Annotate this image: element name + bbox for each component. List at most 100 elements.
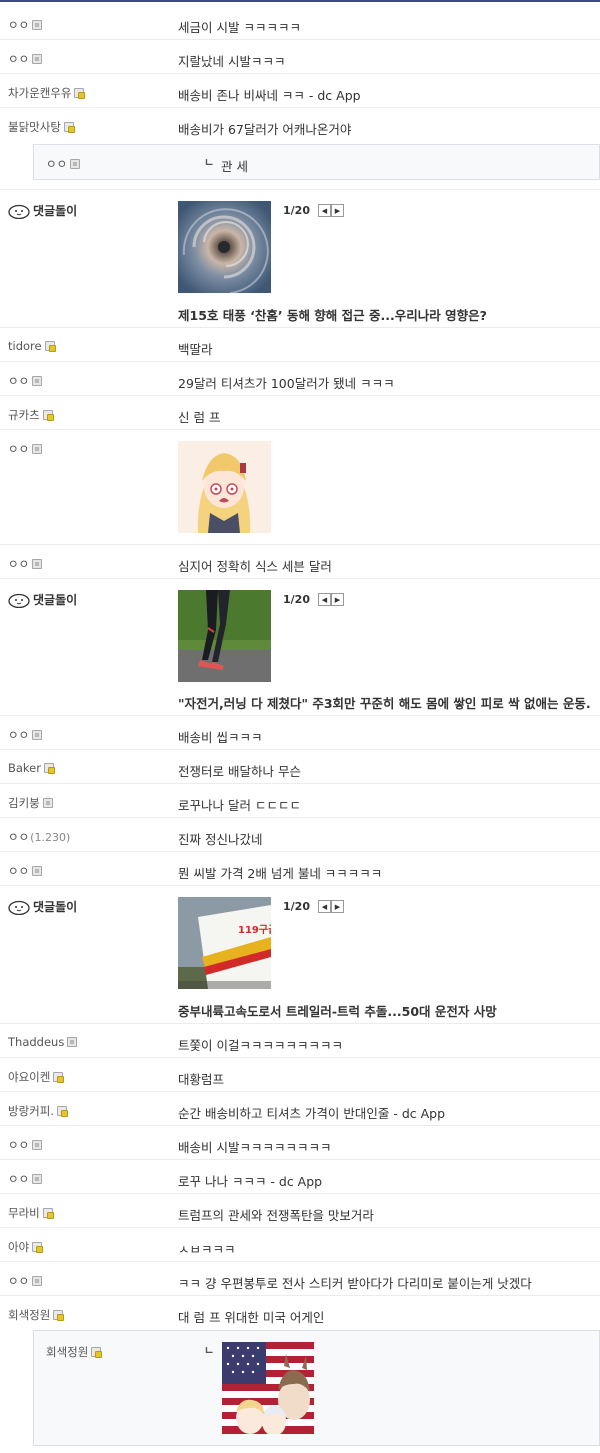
comment-row: tidore 백딸라 — [0, 328, 600, 362]
bot-news-row: 댓글돌이 119구급대 1/20 ◀ ▶ 중부내륙고속도로서 트레일러-트럭 추… — [0, 886, 600, 1024]
next-arrow-icon[interactable]: ▶ — [330, 593, 344, 606]
fixed-nick-badge-icon — [42, 1208, 54, 1219]
reply-box: ㅇㅇ ㄴ 관 세 — [33, 144, 600, 180]
reply-nick[interactable]: ㅇㅇ — [46, 156, 81, 172]
comment-nick[interactable]: ㅇㅇ — [8, 556, 43, 572]
comment-text: 배송비 시발ㅋㅋㅋㅋㅋㅋㅋㅋ — [178, 1140, 332, 1155]
comment-nick[interactable]: 무라비 — [8, 1205, 54, 1221]
comment-row: ㅇㅇ 뭔 씨발 가격 2배 넘게 불네 ㅋㅋㅋㅋㅋ — [0, 852, 600, 886]
comment-nick[interactable]: 김키붕 — [8, 795, 53, 811]
bot-face-icon — [8, 900, 30, 915]
fixed-nick-badge-icon — [63, 122, 75, 133]
nick-badge-icon — [32, 444, 43, 454]
bot-face-icon — [8, 204, 30, 219]
nick-badge-icon — [32, 20, 43, 30]
prev-arrow-icon[interactable]: ◀ — [317, 900, 331, 913]
pager-count: 1/20 — [283, 593, 310, 606]
nick-badge-icon — [67, 1037, 78, 1047]
top-border — [0, 0, 600, 2]
bot-nick[interactable]: 댓글돌이 — [8, 898, 77, 915]
comment-row: ㅇㅇ ㅋㅋ 걍 우편봉투로 전사 스티커 받아다가 다리미로 붙이는게 낫겠다 — [0, 1262, 600, 1296]
thumb-caption: 119구급대 — [238, 923, 271, 936]
news-headline[interactable]: 제15호 태풍 ‘찬홈’ 동해 향해 접근 중...우리나라 영향은? — [178, 305, 487, 324]
comment-text: 로꾸 나나 ㅋㅋㅋ - dc App — [178, 1174, 323, 1189]
comment-text: 백딸라 — [178, 342, 213, 357]
reply-marker: ㄴ — [204, 156, 215, 169]
news-pager: 1/20 ◀ ▶ — [283, 900, 344, 913]
news-thumbnail[interactable] — [178, 201, 271, 293]
bot-nick[interactable]: 댓글돌이 — [8, 591, 77, 608]
next-arrow-icon[interactable]: ▶ — [330, 204, 344, 217]
fixed-nick-badge-icon — [53, 1072, 65, 1083]
nick-badge-icon — [32, 559, 43, 569]
bot-news-row: 댓글돌이 1/20 ◀ ▶ 제15호 태풍 ‘찬홈’ 동해 향해 접근 중...… — [0, 190, 600, 328]
comment-nick[interactable]: 방랑커피. — [8, 1103, 68, 1119]
comment-nick[interactable]: ㅇㅇ — [8, 17, 43, 33]
news-thumbnail[interactable]: 119구급대 — [178, 897, 271, 989]
news-pager: 1/20 ◀ ▶ — [283, 593, 344, 606]
comment-nick[interactable]: ㅇㅇ — [8, 863, 43, 879]
comment-nick[interactable]: 차가운캔우유 — [8, 85, 86, 101]
comment-row: 불닭맛사탕 배송비가 67달러가 어캐나온거야 — [0, 108, 600, 142]
comment-row: 무라비 트럼프의 관세와 전쟁폭탄을 맛보거라 — [0, 1194, 600, 1228]
fixed-nick-badge-icon — [44, 341, 56, 352]
pager-count: 1/20 — [283, 900, 310, 913]
comment-nick[interactable]: ㅇㅇ — [8, 1137, 43, 1153]
reply-text: 관 세 — [221, 159, 248, 174]
comment-row: 회색정원 대 럼 프 위대한 미국 어게인 — [0, 1296, 600, 1330]
comment-nick[interactable]: ㅇㅇ — [8, 1273, 43, 1289]
comment-row: Baker 전쟁터로 배달하나 무슨 — [0, 750, 600, 784]
comment-text: 진짜 정신나갔네 — [178, 832, 263, 847]
comment-text: 신 럼 프 — [178, 410, 221, 425]
comment-nick[interactable]: ㅇㅇ — [8, 1171, 43, 1187]
comment-row: ㅇㅇ (1.230) 진짜 정신나갔네 — [0, 818, 600, 852]
prev-arrow-icon[interactable]: ◀ — [317, 204, 331, 217]
fixed-nick-badge-icon — [53, 1310, 65, 1321]
comment-row: ㅇㅇ 심지어 정확히 식스 세븐 달러 — [0, 545, 600, 579]
comment-ip: (1.230) — [30, 830, 71, 844]
comment-text: 대 럼 프 위대한 미국 어게인 — [178, 1310, 325, 1325]
reply-nick[interactable]: 회색정원 — [46, 1344, 103, 1360]
comment-row: 김키붕 로꾸나나 달러 ㄷㄷㄷㄷ — [0, 784, 600, 818]
comment-row: ㅇㅇ 로꾸 나나 ㅋㅋㅋ - dc App — [0, 1160, 600, 1194]
nick-badge-icon — [32, 866, 43, 876]
comment-nick[interactable]: ㅇㅇ — [8, 373, 43, 389]
comment-nick[interactable]: 규카츠 — [8, 407, 54, 423]
comment-nick[interactable]: 회색정원 — [8, 1307, 65, 1323]
comment-row: ㅇㅇ 29달러 티셔츠가 100달러가 됐네 ㅋㅋㅋ — [0, 362, 600, 396]
comment-nick[interactable]: ㅇㅇ (1.230) — [8, 829, 70, 845]
comment-nick[interactable]: 야요이켄 — [8, 1069, 65, 1085]
reply-row: ㅇㅇ ㄴ 관 세 — [0, 142, 600, 190]
comment-nick[interactable]: 아야 — [8, 1239, 44, 1255]
fixed-nick-badge-icon — [56, 1106, 68, 1117]
comment-nick[interactable]: ㅇㅇ — [8, 51, 43, 67]
news-headline[interactable]: "자전거,러닝 다 제쳤다" 주3회만 꾸준히 해도 몸에 쌓인 피로 싹 없애… — [178, 693, 591, 712]
comment-row: 아야 ㅅㅂㅋㅋㅋ — [0, 1228, 600, 1262]
comment-nick[interactable]: Baker — [8, 761, 55, 775]
comment-row: 규카츠 신 럼 프 — [0, 396, 600, 430]
comment-nick[interactable]: 불닭맛사탕 — [8, 119, 75, 135]
news-headline[interactable]: 중부내륙고속도로서 트레일러-트럭 추돌...50대 운전자 사망 — [178, 1001, 497, 1020]
reply-marker: ㄴ — [204, 1344, 215, 1357]
fixed-nick-badge-icon — [32, 1242, 44, 1253]
comment-row: ㅇㅇ 배송비 씹ㅋㅋㅋ — [0, 716, 600, 750]
next-arrow-icon[interactable]: ▶ — [330, 900, 344, 913]
bot-nick[interactable]: 댓글돌이 — [8, 202, 77, 219]
comment-nick[interactable]: ㅇㅇ — [8, 441, 43, 457]
anime-girl-image[interactable] — [178, 441, 271, 533]
comment-text: 대황럼프 — [178, 1072, 225, 1087]
bot-face-icon — [8, 593, 30, 608]
comment-text: 배송비 존나 비싸네 ㅋㅋ - dc App — [178, 88, 361, 103]
comment-list: ㅇㅇ 세금이 시발 ㅋㅋㅋㅋㅋ ㅇㅇ 지랄났네 시발ㅋㅋㅋ 차가운캔우유 배송비… — [0, 6, 600, 1450]
prev-arrow-icon[interactable]: ◀ — [317, 593, 331, 606]
nick-badge-icon — [32, 1140, 43, 1150]
fixed-nick-badge-icon — [74, 88, 86, 99]
flag-anime-image[interactable] — [222, 1342, 314, 1434]
comment-nick[interactable]: ㅇㅇ — [8, 727, 43, 743]
comment-nick[interactable]: Thaddeus — [8, 1035, 78, 1049]
comment-text: 세금이 시발 ㅋㅋㅋㅋㅋ — [178, 20, 301, 35]
comment-nick[interactable]: tidore — [8, 339, 56, 353]
nick-badge-icon — [32, 730, 43, 740]
news-thumbnail[interactable] — [178, 590, 271, 682]
nick-badge-icon — [32, 1276, 43, 1286]
